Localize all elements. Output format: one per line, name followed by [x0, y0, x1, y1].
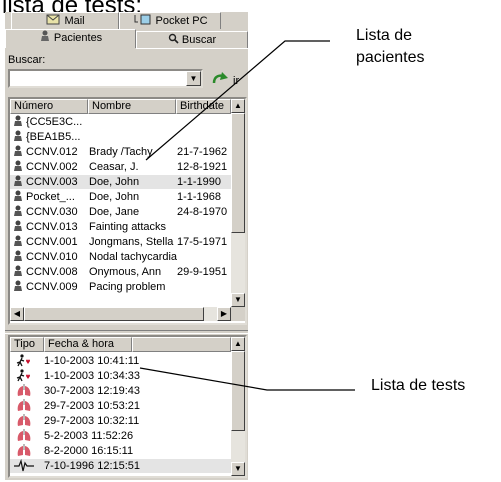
callout-pacientes-line1: Lista de [356, 27, 413, 44]
callout-line-pacientes [145, 40, 330, 161]
tab-pacientes-label: Pacientes [53, 32, 103, 44]
patient-icon [39, 30, 54, 44]
tab-pacientes[interactable]: Pacientes [5, 29, 136, 48]
callout-pacientes-line2: pacientes [356, 49, 425, 66]
callout-tests: Lista de tests [371, 377, 466, 394]
callout-line-tests [139, 367, 355, 391]
callout-lines [139, 40, 355, 391]
